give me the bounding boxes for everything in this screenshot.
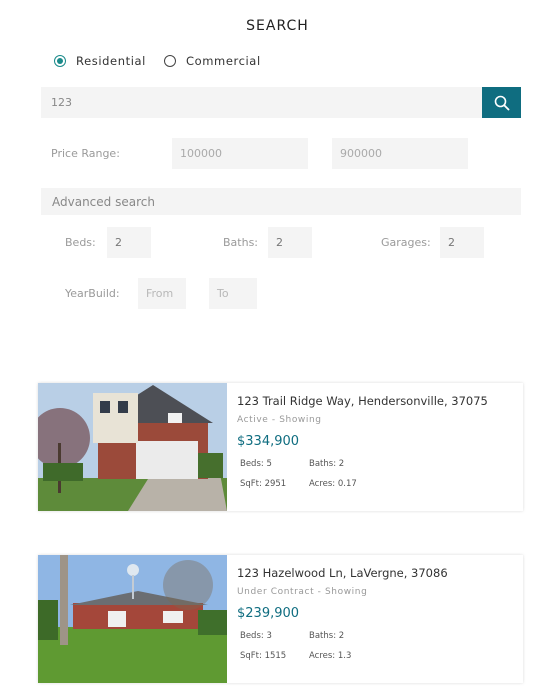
price-max-input[interactable]: 900000 [332,138,468,169]
listing-card[interactable]: 123 Hazelwood Ln, LaVergne, 37086 Under … [38,555,523,683]
search-button[interactable] [482,87,521,118]
listing-sqft: SqFt: 2951 [240,479,287,489]
price-min-input[interactable]: 100000 [172,138,308,169]
listing-baths: Baths: 2 [309,631,345,641]
listing-price: $334,900 [237,434,300,449]
search-input[interactable] [41,87,482,118]
yearbuild-from-input[interactable]: From [138,278,186,309]
listing-facts: Beds: 3 Baths: 2 SqFt: 1515 Acres: 1.3 [237,631,513,661]
listing-address[interactable]: 123 Hazelwood Ln, LaVergne, 37086 [237,566,513,580]
radio-unselected-icon[interactable] [163,55,176,67]
garages-input[interactable]: 2 [440,227,484,258]
price-range-label: Price Range: [51,147,120,160]
listing-details: 123 Trail Ridge Way, Hendersonville, 370… [227,383,523,511]
beds-input[interactable]: 2 [107,227,151,258]
listing-facts: Beds: 5 Baths: 2 SqFt: 2951 Acres: 0.17 [237,459,513,489]
listing-acres: Acres: 1.3 [309,651,352,661]
garages-label: Garages: [381,236,431,249]
search-bar [41,87,521,118]
listing-baths: Baths: 2 [309,459,345,469]
page-title: SEARCH [246,18,309,34]
beds-label: Beds: [65,236,96,249]
radio-commercial[interactable]: Commercial [163,54,261,68]
listing-acres: Acres: 0.17 [309,479,357,489]
listing-sqft: SqFt: 1515 [240,651,287,661]
baths-label: Baths: [223,236,259,249]
yearbuild-label: YearBuild: [65,287,120,300]
advanced-search-toggle[interactable]: Advanced search [41,188,521,215]
listing-photo[interactable] [38,383,227,511]
radio-residential-label[interactable]: Residential [76,54,146,68]
listing-details: 123 Hazelwood Ln, LaVergne, 37086 Under … [227,555,523,683]
listing-photo[interactable] [38,555,227,683]
baths-input[interactable]: 2 [268,227,312,258]
radio-selected-icon[interactable] [54,55,66,67]
listing-address[interactable]: 123 Trail Ridge Way, Hendersonville, 370… [237,394,513,408]
radio-commercial-label[interactable]: Commercial [186,54,261,68]
listing-status: Active - Showing [237,415,322,425]
property-type-group: Residential Commercial [54,54,279,68]
yearbuild-to-input[interactable]: To [209,278,257,309]
search-icon [494,95,509,110]
radio-residential[interactable]: Residential [54,54,146,68]
listing-status: Under Contract - Showing [237,587,368,597]
listing-card[interactable]: 123 Trail Ridge Way, Hendersonville, 370… [38,383,523,511]
listing-beds: Beds: 5 [240,459,272,469]
listing-price: $239,900 [237,606,300,621]
listing-beds: Beds: 3 [240,631,272,641]
